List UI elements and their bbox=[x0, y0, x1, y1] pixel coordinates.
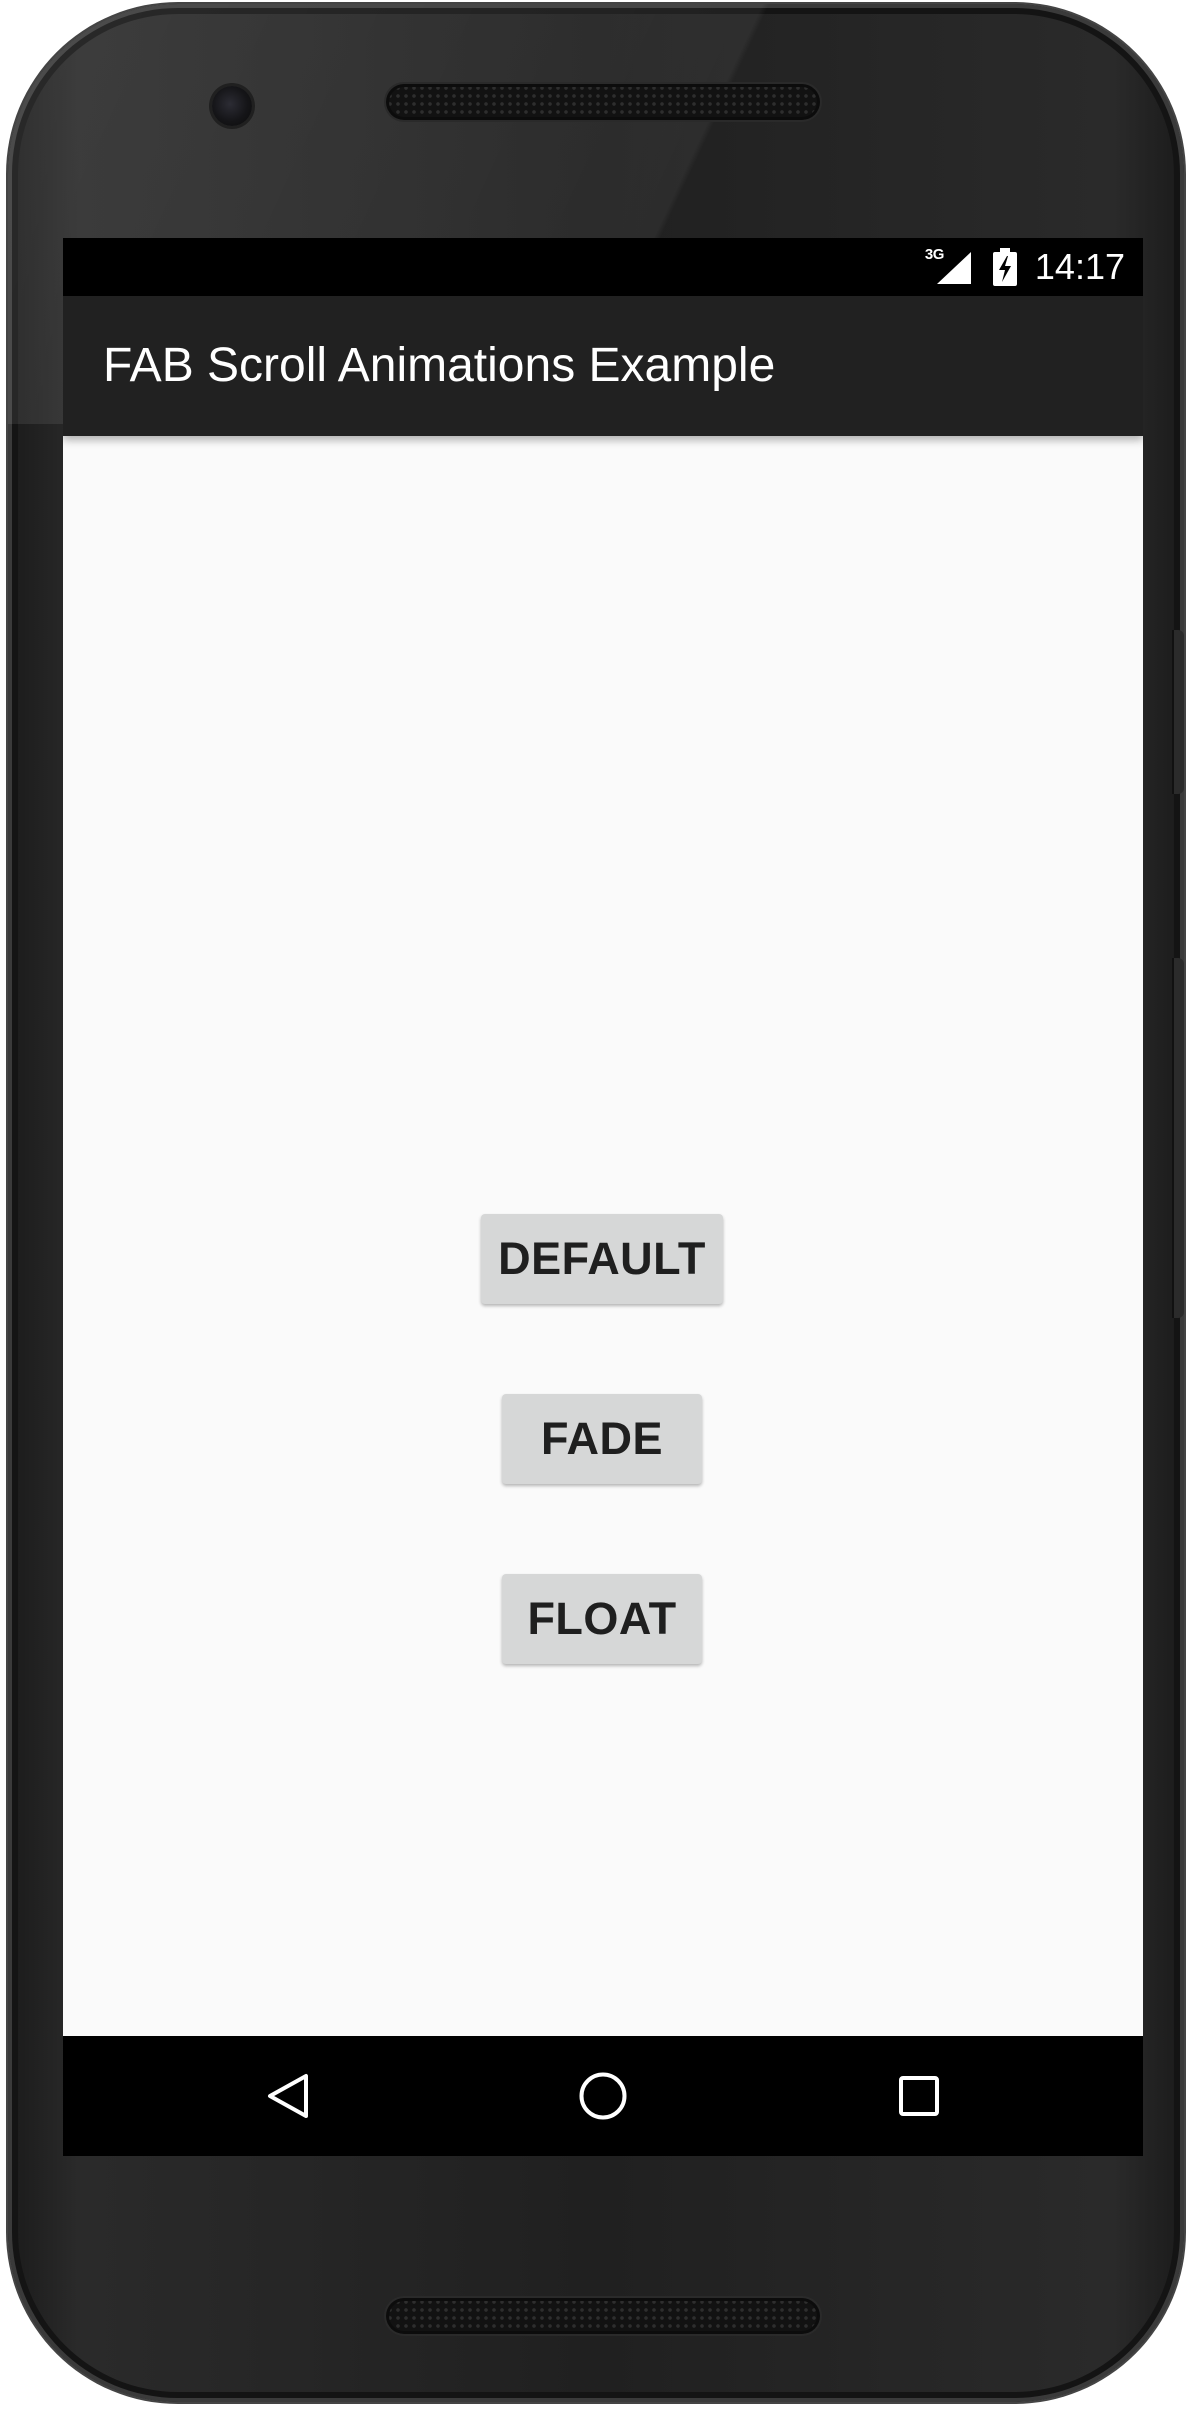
phone-body: 3G 14:17 FAB Scroll Animations Example D… bbox=[8, 4, 1184, 2402]
nav-back-button[interactable] bbox=[228, 2036, 348, 2156]
battery-charging-icon bbox=[992, 248, 1017, 286]
status-bar: 3G 14:17 bbox=[63, 238, 1143, 296]
nav-home-button[interactable] bbox=[543, 2036, 663, 2156]
recents-icon bbox=[899, 2076, 939, 2116]
app-toolbar: FAB Scroll Animations Example bbox=[63, 296, 1143, 436]
power-button bbox=[1172, 630, 1184, 794]
nav-recents-button[interactable] bbox=[859, 2036, 979, 2156]
back-icon bbox=[268, 2074, 308, 2118]
volume-button bbox=[1172, 958, 1184, 1318]
status-clock: 14:17 bbox=[1034, 246, 1125, 287]
bottom-speaker-grille bbox=[386, 2298, 820, 2334]
device-frame-stage: 3G 14:17 FAB Scroll Animations Example D… bbox=[0, 0, 1198, 2409]
app-title: FAB Scroll Animations Example bbox=[103, 339, 776, 392]
top-speaker-grille bbox=[386, 84, 820, 120]
navigation-bar bbox=[63, 2036, 1143, 2156]
screen: 3G 14:17 FAB Scroll Animations Example D… bbox=[63, 238, 1143, 2156]
signal-indicator: 3G bbox=[925, 246, 975, 286]
signal-icon bbox=[936, 252, 971, 284]
fade-button[interactable]: FADE bbox=[502, 1394, 702, 1484]
default-button[interactable]: DEFAULT bbox=[481, 1214, 723, 1304]
front-camera bbox=[212, 86, 252, 126]
status-icons: 3G 14:17 bbox=[925, 238, 1125, 296]
main-content: DEFAULT FADE FLOAT bbox=[63, 436, 1143, 2036]
float-button[interactable]: FLOAT bbox=[502, 1574, 702, 1664]
home-icon bbox=[579, 2072, 627, 2120]
